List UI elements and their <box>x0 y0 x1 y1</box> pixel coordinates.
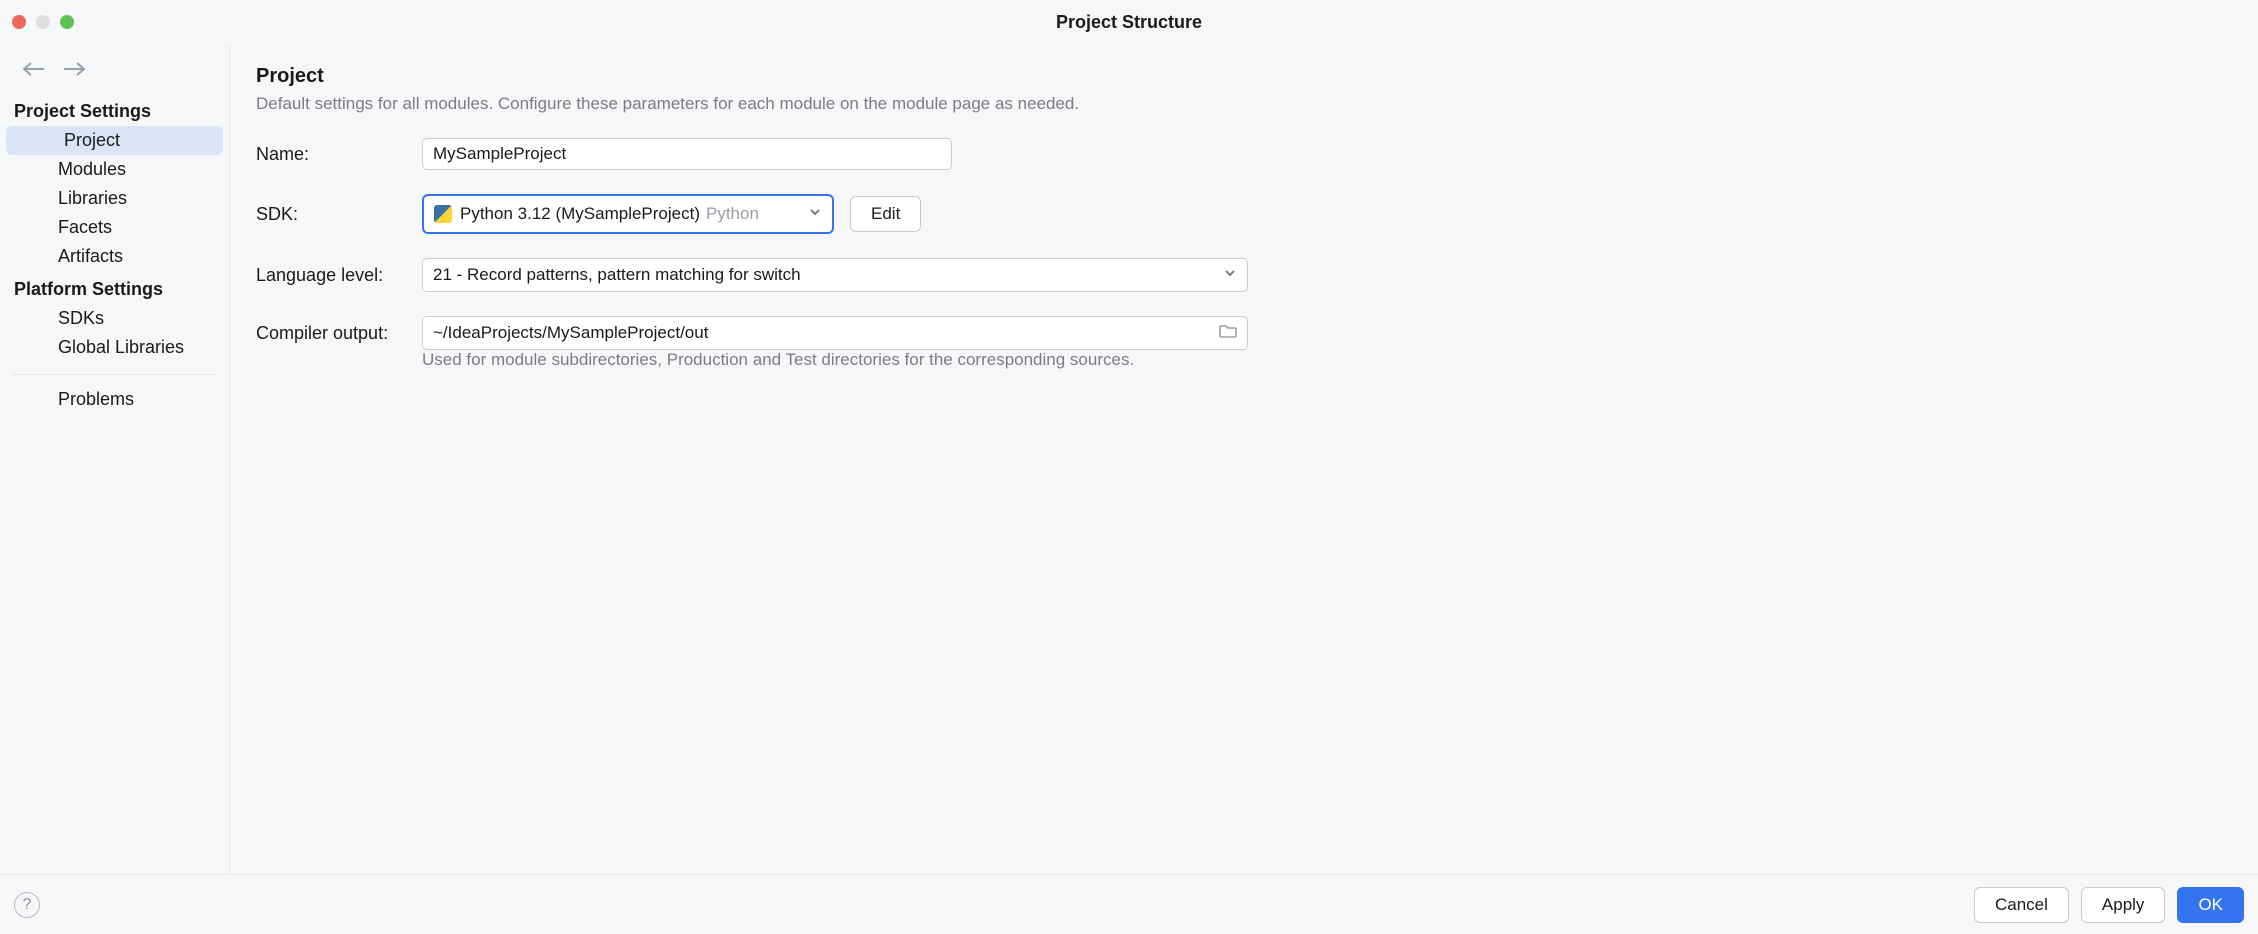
help-button[interactable]: ? <box>14 892 40 918</box>
name-row: Name: <box>256 138 2232 170</box>
folder-icon[interactable] <box>1219 322 1237 344</box>
sidebar-item-artifacts[interactable]: Artifacts <box>0 242 229 271</box>
chevron-down-icon <box>808 203 822 225</box>
sdk-row: SDK: Python 3.12 (MySampleProject) Pytho… <box>256 194 2232 234</box>
sidebar-item-problems[interactable]: Problems <box>0 385 229 414</box>
footer-buttons: Cancel Apply OK <box>1974 887 2244 923</box>
dialog-footer: ? Cancel Apply OK <box>0 874 2258 934</box>
history-nav <box>0 57 229 93</box>
sidebar-item-project[interactable]: Project <box>6 126 223 155</box>
page-title: Project <box>256 65 2232 88</box>
compiler-output-field-wrap <box>422 316 1248 350</box>
sidebar-item-sdks[interactable]: SDKs <box>0 304 229 333</box>
page-subtitle: Default settings for all modules. Config… <box>256 94 2232 114</box>
sidebar-section-header-project-settings: Project Settings <box>0 93 229 126</box>
sidebar: Project Settings Project Modules Librari… <box>0 45 230 874</box>
titlebar: Project Structure <box>0 0 2258 44</box>
back-icon[interactable] <box>22 61 46 83</box>
sidebar-section-header-platform-settings: Platform Settings <box>0 271 229 304</box>
language-level-label: Language level: <box>256 265 406 286</box>
forward-icon[interactable] <box>62 61 86 83</box>
sdk-selected-main: Python 3.12 (MySampleProject) <box>460 204 700 224</box>
sidebar-item-facets[interactable]: Facets <box>0 213 229 242</box>
apply-button[interactable]: Apply <box>2081 887 2166 923</box>
compiler-output-row: Compiler output: <box>256 316 2232 350</box>
sdk-edit-button[interactable]: Edit <box>850 196 921 232</box>
sdk-dropdown[interactable]: Python 3.12 (MySampleProject) Python <box>422 194 834 234</box>
compiler-output-input[interactable] <box>433 323 1219 343</box>
ok-button[interactable]: OK <box>2177 887 2244 923</box>
name-input[interactable] <box>422 138 952 170</box>
sidebar-item-libraries[interactable]: Libraries <box>0 184 229 213</box>
content-pane: Project Default settings for all modules… <box>230 45 2258 874</box>
compiler-output-note: Used for module subdirectories, Producti… <box>422 350 2232 370</box>
sdk-selected-type: Python <box>706 204 759 224</box>
main-area: Project Settings Project Modules Librari… <box>0 44 2258 874</box>
language-level-value: 21 - Record patterns, pattern matching f… <box>433 265 801 285</box>
cancel-button[interactable]: Cancel <box>1974 887 2069 923</box>
name-label: Name: <box>256 144 406 165</box>
sidebar-item-global-libraries[interactable]: Global Libraries <box>0 333 229 362</box>
python-icon <box>434 205 452 223</box>
sidebar-item-modules[interactable]: Modules <box>0 155 229 184</box>
language-level-row: Language level: 21 - Record patterns, pa… <box>256 258 2232 292</box>
language-level-dropdown[interactable]: 21 - Record patterns, pattern matching f… <box>422 258 1248 292</box>
chevron-down-icon <box>1223 265 1237 285</box>
window-title: Project Structure <box>0 12 2258 33</box>
compiler-output-label: Compiler output: <box>256 323 406 344</box>
sidebar-divider <box>12 374 217 375</box>
sdk-label: SDK: <box>256 204 406 225</box>
